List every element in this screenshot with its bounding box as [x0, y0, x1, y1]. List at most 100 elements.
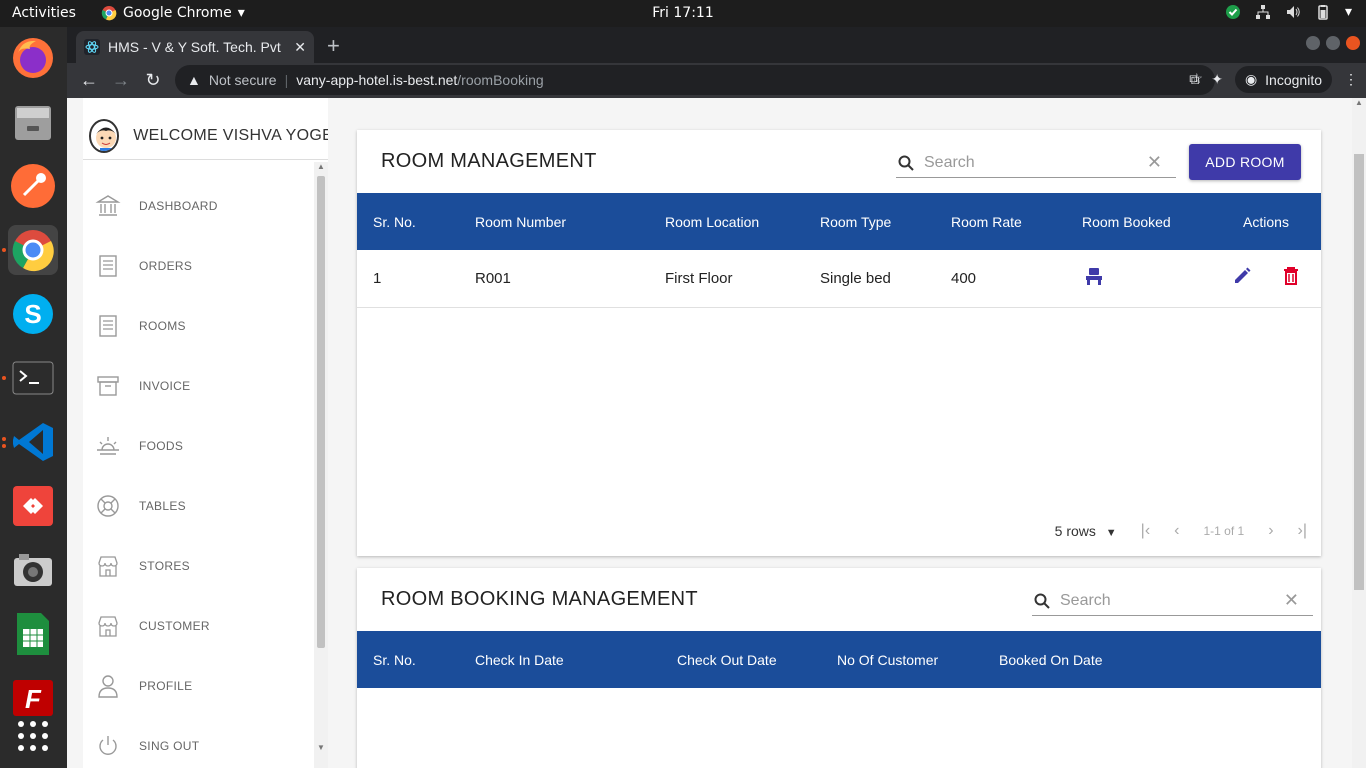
- sidebar: WELCOME VISHVA YOGESH DASHBOARD ORDERS R…: [83, 98, 328, 768]
- reload-icon[interactable]: ↻: [137, 70, 169, 91]
- add-room-button[interactable]: ADD ROOM: [1189, 144, 1301, 180]
- column-header[interactable]: Actions: [1211, 193, 1321, 250]
- column-header[interactable]: Check In Date: [459, 631, 661, 688]
- sidebar-item-invoice[interactable]: INVOICE: [83, 356, 313, 416]
- column-header[interactable]: Sr. No.: [357, 631, 459, 688]
- rooms-table: Sr. No. Room Number Room Location Room T…: [357, 193, 1321, 308]
- sidebar-item-label: ROOMS: [139, 319, 186, 333]
- room-booking-management-card: ROOM BOOKING MANAGEMENT Search ✕ Sr. No.…: [357, 568, 1321, 768]
- last-page-icon[interactable]: ›|: [1298, 522, 1307, 540]
- status-check-icon[interactable]: [1225, 4, 1241, 20]
- clear-search-icon[interactable]: ✕: [1284, 590, 1299, 611]
- table-row: 1 R001 First Floor Single bed 400: [357, 250, 1321, 308]
- spreadsheet-icon[interactable]: [8, 609, 58, 659]
- maximize-window-button[interactable]: [1326, 36, 1340, 50]
- chrome-icon[interactable]: [8, 225, 58, 275]
- sidebar-item-orders[interactable]: ORDERS: [83, 236, 313, 296]
- next-page-icon[interactable]: ›: [1268, 522, 1273, 540]
- column-header[interactable]: Sr. No.: [357, 193, 459, 250]
- rows-per-page-value: 5 rows: [1054, 523, 1096, 539]
- sidebar-item-label: PROFILE: [139, 679, 193, 693]
- card-title: ROOM BOOKING MANAGEMENT: [381, 588, 698, 610]
- first-page-icon[interactable]: |‹: [1141, 522, 1150, 540]
- incognito-icon: ◉: [1244, 71, 1258, 87]
- minimize-window-button[interactable]: [1306, 36, 1320, 50]
- seat-icon[interactable]: [1084, 266, 1104, 286]
- sidebar-item-profile[interactable]: PROFILE: [83, 656, 313, 716]
- cell-actions: [1211, 250, 1321, 308]
- edit-pencil-icon[interactable]: [1232, 266, 1252, 286]
- cast-icon[interactable]: ⧉: [1189, 71, 1199, 88]
- system-tray[interactable]: ▾: [1225, 4, 1352, 20]
- column-header[interactable]: No Of Customer: [821, 631, 983, 688]
- table-header-row: Sr. No. Room Number Room Location Room T…: [357, 193, 1321, 250]
- sidebar-item-customer[interactable]: CUSTOMER: [83, 596, 313, 656]
- sidebar-item-rooms[interactable]: ROOMS: [83, 296, 313, 356]
- browser-tab[interactable]: HMS - V & Y Soft. Tech. Pvt ✕: [76, 31, 314, 63]
- firefox-icon[interactable]: [8, 33, 58, 83]
- sidebar-scrollbar[interactable]: ▲ ▼: [314, 162, 328, 768]
- column-header[interactable]: Room Type: [804, 193, 935, 250]
- clock[interactable]: Fri 17:11: [0, 5, 1366, 21]
- network-icon[interactable]: [1255, 4, 1271, 20]
- browser-toolbar: ← → ↻ ▲ Not secure | vany-app-hotel.is-b…: [67, 63, 1366, 98]
- app-grid-icon[interactable]: [8, 711, 58, 761]
- document-icon: [99, 315, 117, 337]
- page-scrollbar-thumb[interactable]: [1354, 154, 1364, 590]
- search-placeholder: Search: [1060, 591, 1111, 609]
- column-header[interactable]: Booked On Date: [983, 631, 1321, 688]
- column-header[interactable]: Room Location: [649, 193, 804, 250]
- sidebar-item-foods[interactable]: FOODS: [83, 416, 313, 476]
- page-scrollbar[interactable]: ▲: [1352, 98, 1366, 768]
- room-search-input[interactable]: Search ✕: [896, 148, 1176, 178]
- power-icon: [99, 736, 117, 755]
- bookings-table: Sr. No. Check In Date Check Out Date No …: [357, 631, 1321, 688]
- back-arrow-icon[interactable]: ←: [73, 70, 105, 91]
- files-icon[interactable]: [8, 97, 58, 147]
- column-header[interactable]: Check Out Date: [661, 631, 821, 688]
- terminal-icon[interactable]: [8, 353, 58, 403]
- new-tab-icon[interactable]: +: [327, 33, 340, 59]
- vscode-icon[interactable]: [8, 417, 58, 467]
- svg-text:F: F: [25, 684, 42, 714]
- column-header[interactable]: Room Booked: [1066, 193, 1211, 250]
- card-title: ROOM MANAGEMENT: [381, 150, 597, 172]
- sidebar-item-dashboard[interactable]: DASHBOARD: [83, 176, 313, 236]
- camera-icon[interactable]: [8, 545, 58, 595]
- chrome-menu-icon[interactable]: ⋮: [1344, 71, 1358, 88]
- sidebar-item-label: DASHBOARD: [139, 199, 218, 213]
- volume-icon[interactable]: [1285, 4, 1301, 20]
- archive-icon: [97, 376, 119, 396]
- sidebar-item-tables[interactable]: TABLES: [83, 476, 313, 536]
- skype-icon[interactable]: S: [8, 289, 58, 339]
- sidebar-item-stores[interactable]: STORES: [83, 536, 313, 596]
- svg-text:S: S: [24, 299, 41, 329]
- forward-arrow-icon[interactable]: →: [105, 70, 137, 91]
- address-bar[interactable]: ▲ Not secure | vany-app-hotel.is-best.ne…: [175, 65, 1215, 95]
- prev-page-icon[interactable]: ‹: [1174, 522, 1179, 540]
- url-host: vany-app-hotel.is-best.net: [296, 72, 458, 88]
- incognito-badge[interactable]: ◉ Incognito: [1234, 66, 1332, 93]
- rows-per-page-select[interactable]: 5 rows ▼: [1055, 523, 1117, 539]
- sunrise-icon: [97, 437, 119, 455]
- column-header[interactable]: Room Number: [459, 193, 649, 250]
- clear-search-icon[interactable]: ✕: [1147, 152, 1162, 173]
- sidebar-item-signout[interactable]: SING OUT: [83, 716, 313, 768]
- avatar[interactable]: [89, 118, 120, 153]
- room-management-card: ROOM MANAGEMENT Search ✕ ADD ROOM Sr. No…: [357, 130, 1321, 556]
- search-placeholder: Search: [924, 153, 975, 171]
- bank-icon: [95, 195, 121, 216]
- postman-icon[interactable]: [8, 161, 58, 211]
- delete-trash-icon[interactable]: [1282, 266, 1300, 286]
- close-window-button[interactable]: [1346, 36, 1360, 50]
- extensions-icon[interactable]: ✦: [1211, 71, 1223, 88]
- sidebar-scrollbar-thumb[interactable]: [317, 176, 325, 648]
- dock: S F: [0, 27, 67, 768]
- close-tab-icon[interactable]: ✕: [294, 39, 306, 56]
- booking-search-input[interactable]: Search ✕: [1032, 586, 1313, 616]
- battery-icon[interactable]: [1315, 4, 1331, 20]
- anydesk-icon[interactable]: [8, 481, 58, 531]
- column-header[interactable]: Room Rate: [935, 193, 1066, 250]
- chevron-down-icon[interactable]: ▾: [1345, 4, 1352, 20]
- sidebar-item-label: ORDERS: [139, 259, 193, 273]
